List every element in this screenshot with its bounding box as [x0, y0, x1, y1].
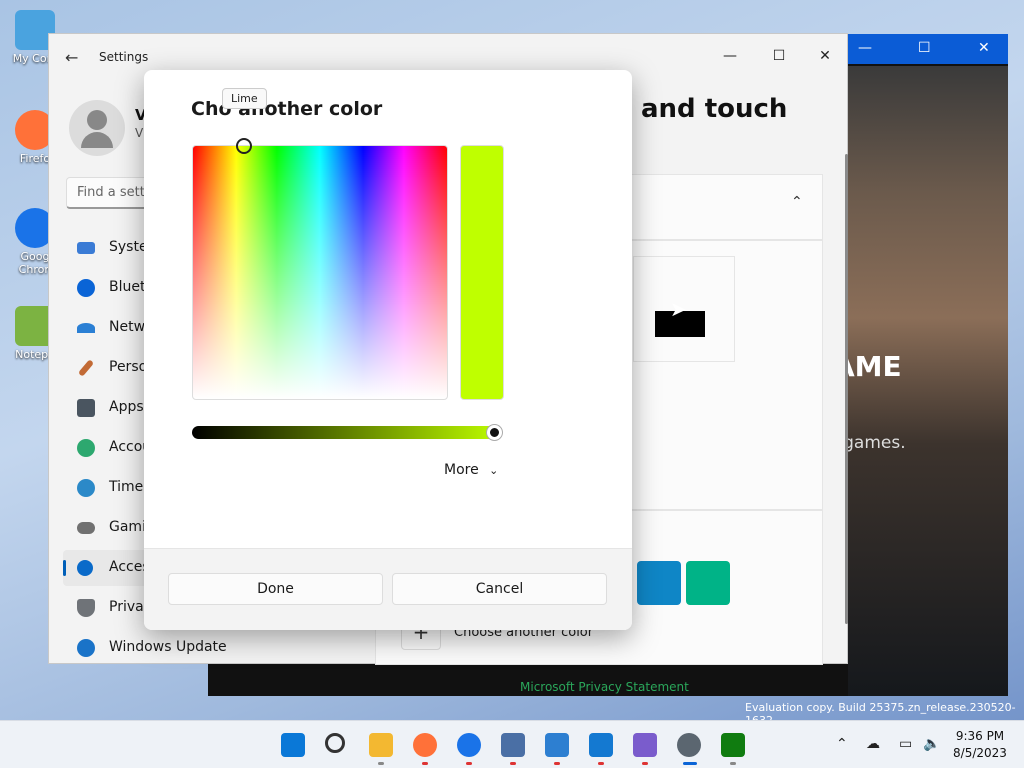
desktop-icon-label: Firefo — [19, 152, 51, 165]
minimize-icon[interactable]: — — [858, 40, 872, 56]
accessibility-icon — [77, 560, 93, 576]
chevron-down-icon: ⌄ — [489, 464, 499, 477]
color-swatch-teal[interactable] — [686, 561, 730, 605]
back-arrow-icon[interactable]: ← — [65, 48, 78, 67]
chrome-icon[interactable] — [457, 733, 481, 757]
user-email: V — [135, 126, 144, 140]
running-indicator — [554, 762, 560, 765]
firefox-icon[interactable] — [413, 733, 437, 757]
file-explorer-icon[interactable] — [369, 733, 393, 757]
taskbar: ⌃ ☁ ▭ 🔈 9:36 PM 8/5/2023 — [0, 720, 1024, 768]
system-icon — [77, 242, 95, 254]
cursor-arrow-icon: ➤ — [670, 297, 687, 321]
sidebar-item-label: Windows Update — [109, 639, 227, 655]
page-title: and touch — [641, 94, 788, 124]
close-button[interactable]: ✕ — [802, 40, 848, 72]
minimize-button[interactable]: — — [707, 40, 753, 72]
app-title: Settings — [99, 50, 149, 64]
cursor-preview[interactable]: ➤ — [633, 256, 735, 362]
search-placeholder: Find a setti — [77, 185, 149, 200]
chevron-up-icon[interactable]: ⌃ — [791, 194, 803, 210]
game-titlebar: — ☐ ✕ — [848, 34, 1008, 64]
clock[interactable]: 9:36 PM 8/5/2023 — [948, 728, 1012, 762]
clipchamp-icon[interactable] — [633, 733, 657, 757]
time-icon — [77, 479, 95, 497]
color-preview — [460, 145, 504, 400]
personalization-icon — [77, 359, 95, 377]
start-icon[interactable] — [281, 733, 305, 757]
running-indicator — [378, 762, 384, 765]
scrollbar[interactable] — [845, 154, 848, 624]
spectrum-selector-handle[interactable] — [236, 138, 252, 154]
running-indicator — [466, 762, 472, 765]
network-icon — [77, 323, 95, 333]
clock-time: 9:36 PM — [955, 729, 1005, 743]
photos-icon[interactable] — [545, 733, 569, 757]
maximize-button[interactable]: ☐ — [756, 40, 802, 72]
privacy-shield-icon — [77, 599, 95, 617]
dialog-footer: Done Cancel — [144, 548, 632, 630]
more-button[interactable]: More ⌄ — [444, 462, 498, 478]
sidebar-item-label: Apps — [109, 399, 144, 415]
calculator-icon[interactable] — [501, 733, 525, 757]
network-icon[interactable]: ▭ — [899, 736, 912, 752]
sidebar-item-label: Perso — [109, 359, 148, 375]
close-icon[interactable]: ✕ — [978, 40, 990, 56]
value-slider-thumb[interactable] — [487, 425, 502, 440]
running-indicator — [730, 762, 736, 765]
privacy-statement-link[interactable]: Microsoft Privacy Statement — [520, 680, 689, 694]
search-icon[interactable] — [325, 733, 345, 753]
sidebar-item-windows-update[interactable]: Windows Update — [63, 630, 373, 666]
xbox-icon[interactable] — [721, 733, 745, 757]
color-swatch-blue[interactable] — [637, 561, 681, 605]
cloud-offline-icon[interactable]: ☁ — [866, 736, 880, 752]
settings-gear-icon[interactable] — [677, 733, 701, 757]
accounts-icon — [77, 439, 95, 457]
windows-update-icon — [77, 639, 95, 657]
gaming-icon — [77, 522, 95, 534]
dialog-title: Cho another color — [191, 98, 383, 120]
mail-icon[interactable] — [589, 733, 613, 757]
running-indicator — [642, 762, 648, 765]
running-indicator — [422, 762, 428, 765]
more-label: More — [444, 462, 479, 478]
bluetooth-icon — [77, 279, 95, 297]
clock-date: 8/5/2023 — [953, 746, 1007, 760]
running-indicator — [598, 762, 604, 765]
value-slider-track[interactable] — [192, 426, 502, 439]
apps-icon — [77, 399, 95, 417]
tray-chevron-icon[interactable]: ⌃ — [836, 736, 848, 752]
running-indicator — [510, 762, 516, 765]
color-name-tooltip: Lime — [222, 88, 267, 109]
maximize-icon[interactable]: ☐ — [918, 40, 931, 56]
done-button[interactable]: Done — [168, 573, 383, 605]
desktop-icon-label: Goog Chron — [18, 250, 52, 276]
cancel-button[interactable]: Cancel — [392, 573, 607, 605]
running-indicator — [683, 762, 697, 765]
avatar[interactable] — [69, 100, 125, 156]
color-spectrum[interactable] — [192, 145, 448, 400]
color-picker-dialog: Cho another color Lime More ⌄ Done Cance… — [144, 70, 632, 630]
volume-icon[interactable]: 🔈 — [923, 736, 940, 752]
